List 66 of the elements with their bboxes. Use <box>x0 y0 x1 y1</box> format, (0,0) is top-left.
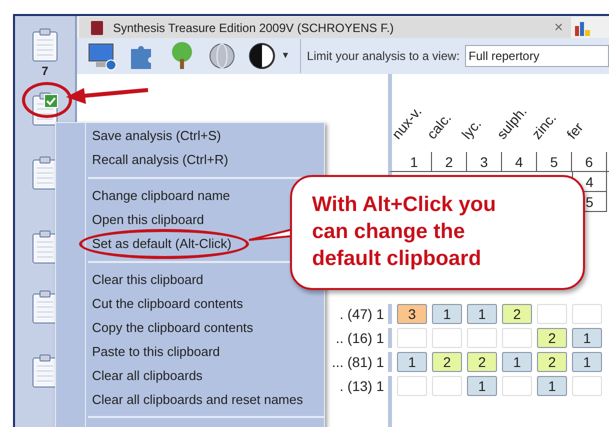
empty-cell[interactable] <box>432 376 462 396</box>
row-label: .. (16) 1 <box>336 328 384 348</box>
empty-cell[interactable] <box>397 376 427 396</box>
remedy-name[interactable]: calc. <box>422 108 456 144</box>
empty-cell[interactable] <box>537 304 567 324</box>
chart-icon[interactable] <box>575 20 591 36</box>
grade-cell[interactable]: 2 <box>432 352 462 372</box>
empty-cell[interactable] <box>572 376 602 396</box>
menu-item[interactable]: Save analysis (Ctrl+S) <box>56 124 324 148</box>
clipboard-icon[interactable] <box>32 92 58 126</box>
column-number: 6 <box>572 152 607 171</box>
row-label: ... (81) 1 <box>332 352 384 372</box>
grade-cell[interactable]: 1 <box>537 376 567 396</box>
empty-cell[interactable] <box>502 376 532 396</box>
empty-cell[interactable] <box>502 328 532 348</box>
grade-cell[interactable]: 2 <box>502 304 532 324</box>
column-number: 3 <box>467 152 502 171</box>
menu-item[interactable]: Recall analysis (Ctrl+R) <box>56 148 324 172</box>
grade-cell[interactable]: 1 <box>467 376 497 396</box>
grade-cell[interactable]: 1 <box>467 304 497 324</box>
checkmark-icon <box>44 94 58 108</box>
row-label: . (47) 1 <box>340 304 384 324</box>
clipboard-icon[interactable] <box>32 290 58 324</box>
grade-cell[interactable]: 2 <box>537 352 567 372</box>
clipboard-icon[interactable] <box>32 156 58 190</box>
grade-cell[interactable]: 1 <box>572 352 602 372</box>
clipboard-icon[interactable] <box>32 28 58 62</box>
column-number: 5 <box>537 152 572 171</box>
remedy-name[interactable]: lyc. <box>456 114 486 144</box>
column-number: 2 <box>432 152 467 171</box>
monitor-icon[interactable] <box>87 41 117 71</box>
column-number: 1 <box>397 152 432 171</box>
column-number: 4 <box>502 152 537 171</box>
contrast-icon[interactable] <box>247 41 277 71</box>
menu-item[interactable]: Clear all clipboards <box>56 364 324 388</box>
grade-cell[interactable]: 2 <box>537 328 567 348</box>
dropdown-caret[interactable]: ▼ <box>281 49 290 63</box>
highlight-ellipse <box>22 82 72 118</box>
document-tab[interactable]: Synthesis Treasure Edition 2009V (SCHROYENS F.) × <box>79 17 571 38</box>
grade-cell[interactable]: 1 <box>432 304 462 324</box>
row-label: . (13) 1 <box>340 376 384 396</box>
remedy-name[interactable]: zinc. <box>526 108 562 144</box>
grade-cell[interactable]: 1 <box>397 352 427 372</box>
menu-item[interactable]: Copy the clipboard contents <box>56 316 324 340</box>
grade-cell[interactable]: 2 <box>467 352 497 372</box>
grade-cell[interactable]: 3 <box>397 304 427 324</box>
view-label: Limit your analysis to a view: <box>306 48 460 65</box>
clipboard-icon[interactable] <box>32 230 58 264</box>
book-icon <box>91 20 103 34</box>
empty-cell[interactable] <box>397 328 427 348</box>
callout-tooltip: With Alt+Click you can change the default clipboard <box>290 175 585 290</box>
tab-title: Synthesis Treasure Edition 2009V (SCHROYENS F.) <box>113 20 395 36</box>
grade-cell[interactable]: 1 <box>572 328 602 348</box>
empty-cell[interactable] <box>572 304 602 324</box>
empty-cell[interactable] <box>432 328 462 348</box>
clipboard-icon[interactable] <box>32 354 58 388</box>
empty-cell[interactable] <box>467 328 497 348</box>
menu-item[interactable]: Paste to this clipboard <box>56 340 324 364</box>
close-icon[interactable]: × <box>554 20 563 35</box>
clipboard-count: 7 <box>42 64 48 78</box>
view-select[interactable]: Full repertory <box>464 45 609 67</box>
remedy-name[interactable]: fer <box>562 118 588 144</box>
menu-item[interactable]: Cut the clipboard contents <box>56 292 324 316</box>
globe-icon[interactable] <box>207 41 237 71</box>
menu-item[interactable]: Clear all clipboards and reset names <box>56 388 324 412</box>
grade-cell[interactable]: 1 <box>502 352 532 372</box>
